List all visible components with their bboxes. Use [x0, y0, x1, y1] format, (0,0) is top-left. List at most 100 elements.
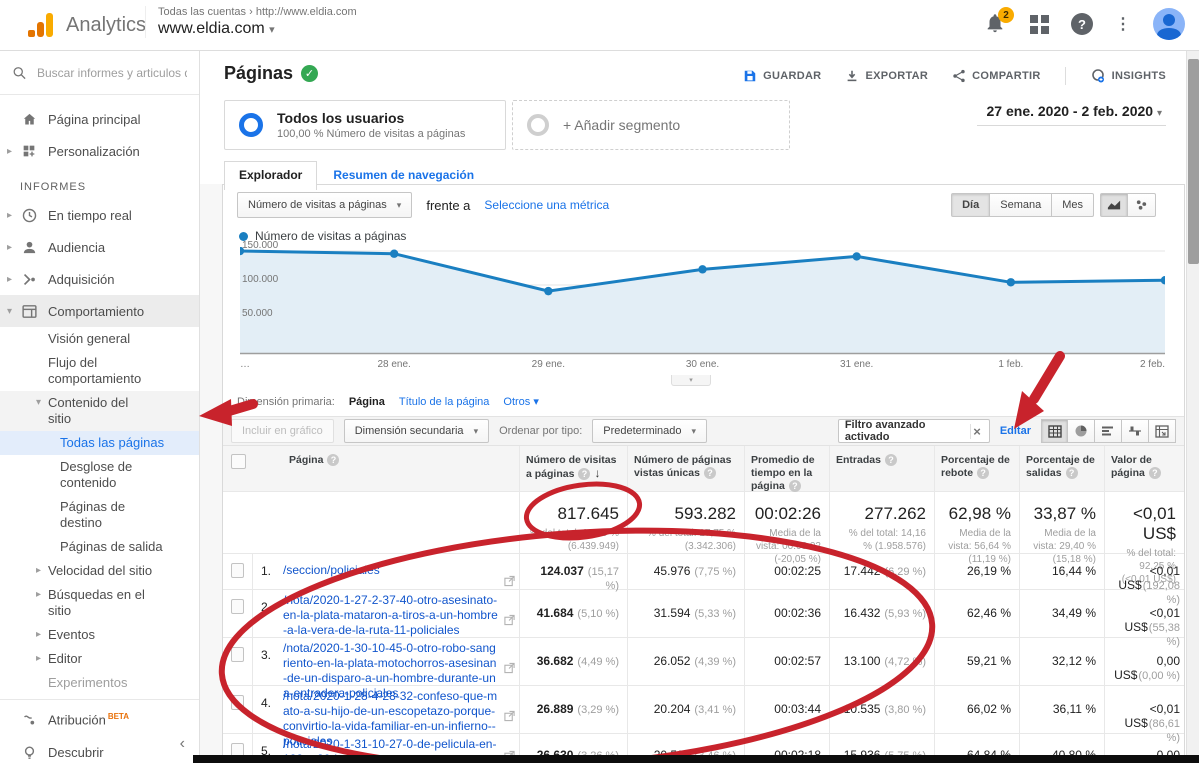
- row-checkbox[interactable]: [231, 563, 244, 578]
- help-icon[interactable]: ?: [885, 454, 897, 466]
- granularity-month[interactable]: Mes: [1052, 193, 1094, 217]
- page-link[interactable]: /nota/2020-1-27-2-37-40-otro-asesinato-e…: [283, 593, 498, 637]
- y-tick: 150.000: [242, 240, 278, 251]
- sidebar-item-events[interactable]: ▸ Eventos: [0, 623, 199, 647]
- avatar[interactable]: [1153, 8, 1185, 40]
- help-icon[interactable]: ?: [1066, 467, 1078, 479]
- chart-x-label: 29 ene.: [532, 359, 565, 370]
- table-view-toggle: [1041, 419, 1176, 443]
- tab-navigation-summary[interactable]: Resumen de navegación: [317, 162, 490, 190]
- page-link[interactable]: /seccion/policiales: [283, 563, 380, 577]
- home-icon: [20, 110, 38, 128]
- percentage-view-button[interactable]: [1068, 419, 1095, 443]
- external-link-icon[interactable]: [504, 615, 515, 630]
- help-icon[interactable]: ?: [1149, 467, 1161, 479]
- chart-x-label: 31 ene.: [840, 359, 873, 370]
- chart-data-point[interactable]: [1007, 278, 1015, 286]
- chevron-down-icon: ▾: [1157, 108, 1162, 119]
- chart-data-point[interactable]: [544, 287, 552, 295]
- search-input[interactable]: [37, 66, 187, 80]
- segment-radio-icon: [239, 113, 263, 137]
- sidebar-item-site-speed[interactable]: ▸ Velocidad del sitio: [0, 559, 199, 583]
- chart-data-point[interactable]: [390, 250, 398, 258]
- sidebar-collapse-button[interactable]: ‹: [180, 735, 185, 753]
- chart-data-point[interactable]: [698, 265, 706, 273]
- sidebar-item-experiments[interactable]: Experimentos: [0, 671, 199, 695]
- dimension-page[interactable]: Página: [349, 396, 385, 408]
- row-checkbox[interactable]: [231, 599, 244, 614]
- add-segment-button[interactable]: + Añadir segmento: [512, 100, 790, 150]
- chart-expander[interactable]: ▾: [671, 375, 711, 386]
- sidebar-item-overview[interactable]: Visión general: [0, 327, 199, 351]
- sidebar-item-acquisition[interactable]: ▸ Adquisición: [0, 263, 199, 295]
- granularity-day[interactable]: Día: [951, 193, 990, 217]
- dimension-others[interactable]: Otros ▾: [503, 395, 539, 408]
- secondary-dimension-dropdown[interactable]: Dimensión secundaria▾: [344, 419, 489, 443]
- performance-view-button[interactable]: [1095, 419, 1122, 443]
- edit-filter-link[interactable]: Editar: [1000, 425, 1031, 437]
- help-icon[interactable]: ?: [1071, 13, 1093, 35]
- sort-type-dropdown[interactable]: Predeterminado▾: [592, 419, 707, 443]
- close-icon[interactable]: ×: [970, 424, 983, 439]
- sidebar-item-landing-pages[interactable]: Páginas de destino: [0, 495, 199, 535]
- sidebar-item-all-pages[interactable]: Todas las páginas: [0, 431, 199, 455]
- sidebar-item-realtime[interactable]: ▸ En tiempo real: [0, 199, 199, 231]
- apps-grid-icon[interactable]: [1030, 15, 1049, 34]
- chevron-down-icon: ▾: [36, 395, 41, 411]
- row-checkbox[interactable]: [231, 695, 244, 710]
- select-metric-link[interactable]: Seleccione una métrica: [484, 198, 609, 212]
- sidebar-item-personalization[interactable]: ▸ Personalización: [0, 135, 199, 167]
- pivot-view-button[interactable]: [1149, 419, 1176, 443]
- property-selector[interactable]: www.eldia.com ▾: [158, 20, 357, 38]
- advanced-filter-chip[interactable]: Filtro avanzado activado ×: [838, 419, 990, 443]
- sidebar-item-site-search[interactable]: ▸ Búsquedas en el sitio: [0, 583, 199, 623]
- notifications-button[interactable]: 2: [984, 11, 1008, 37]
- chart-x-label: 1 feb.: [998, 359, 1023, 370]
- granularity-week[interactable]: Semana: [990, 193, 1052, 217]
- sidebar-item-site-content[interactable]: ▾ Contenido del sitio: [0, 391, 199, 431]
- external-link-icon[interactable]: [504, 711, 515, 726]
- sidebar-item-attribution[interactable]: AtribuciónBETA: [0, 704, 199, 736]
- segment-all-users[interactable]: Todos los usuarios 100,00 % Número de vi…: [224, 100, 506, 150]
- chart-data-point[interactable]: [852, 252, 860, 260]
- metric-dropdown[interactable]: Número de visitas a páginas▾: [237, 192, 412, 218]
- table-view-button[interactable]: [1041, 419, 1068, 443]
- sidebar-item-exit-pages[interactable]: Páginas de salida: [0, 535, 199, 559]
- help-icon[interactable]: ?: [704, 467, 716, 479]
- select-all-checkbox[interactable]: [231, 454, 246, 469]
- sidebar-item-behavior-flow[interactable]: Flujo del comportamiento: [0, 351, 199, 391]
- sidebar-item-home[interactable]: Página principal: [0, 103, 199, 135]
- sidebar-search: [0, 51, 199, 95]
- external-link-icon[interactable]: [504, 576, 515, 591]
- share-icon: [952, 69, 966, 83]
- help-icon[interactable]: ?: [977, 467, 989, 479]
- topbar: Analytics Todas las cuentas › http://www…: [0, 0, 1199, 51]
- date-range-picker[interactable]: 27 ene. 2020 - 2 feb. 2020 ▾: [977, 103, 1166, 126]
- table-row: 2. /nota/2020-1-27-2-37-40-otro-asesinat…: [223, 590, 1184, 638]
- sidebar-item-content-drilldown[interactable]: Desglose de contenido: [0, 455, 199, 495]
- sidebar-item-behavior[interactable]: ▾ Comportamiento: [0, 295, 199, 327]
- dimension-page-title[interactable]: Título de la página: [399, 396, 490, 408]
- tab-explorer[interactable]: Explorador: [224, 161, 317, 190]
- help-icon[interactable]: ?: [327, 454, 339, 466]
- share-button[interactable]: COMPARTIR: [952, 69, 1041, 83]
- external-link-icon[interactable]: [504, 662, 515, 677]
- help-icon[interactable]: ?: [789, 480, 801, 492]
- sidebar-item-audience[interactable]: ▸ Audiencia: [0, 231, 199, 263]
- scrollbar-thumb[interactable]: [1188, 59, 1199, 264]
- comparison-view-button[interactable]: [1122, 419, 1149, 443]
- scatter-chart-toggle[interactable]: [1128, 193, 1156, 217]
- export-button[interactable]: EXPORTAR: [845, 69, 928, 83]
- vertical-scrollbar[interactable]: [1186, 51, 1199, 763]
- sidebar-item-editor[interactable]: ▸ Editor: [0, 647, 199, 671]
- scatter-icon: [1135, 199, 1148, 211]
- plot-rows-button[interactable]: Incluir en gráfico: [231, 419, 334, 443]
- insights-button[interactable]: INSIGHTS: [1090, 68, 1166, 84]
- save-button[interactable]: GUARDAR: [743, 69, 821, 83]
- line-chart-toggle[interactable]: [1100, 193, 1128, 217]
- help-icon[interactable]: ?: [578, 468, 590, 480]
- more-menu-icon[interactable]: ⋮: [1115, 14, 1131, 34]
- sidebar-item-discover[interactable]: Descubrir: [0, 736, 199, 763]
- sidebar-section-informes: INFORMES: [0, 167, 199, 199]
- row-checkbox[interactable]: [231, 647, 244, 662]
